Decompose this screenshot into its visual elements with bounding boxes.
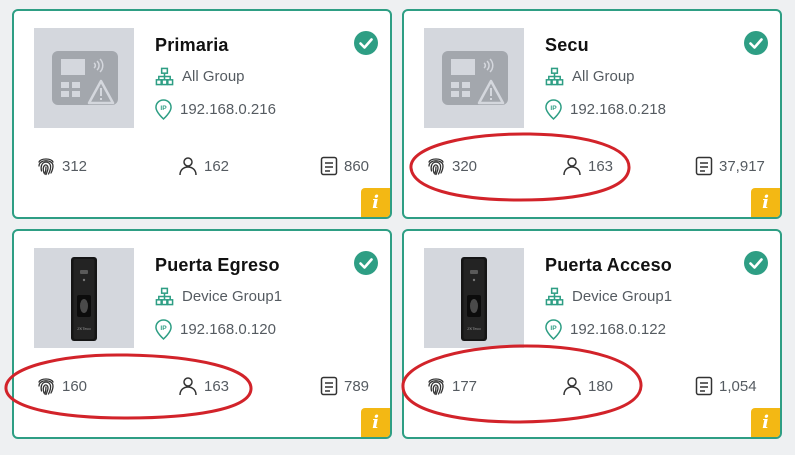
device-image	[34, 28, 134, 128]
svg-text:IP: IP	[550, 325, 557, 332]
user-icon	[563, 157, 581, 176]
user-count: 180	[562, 376, 613, 396]
device-group-label: All Group	[572, 68, 635, 85]
device-group-label: Device Group1	[182, 288, 283, 305]
svg-text:ZKTeco: ZKTeco	[77, 326, 91, 331]
svg-text:IP: IP	[550, 105, 557, 112]
fingerprint-count-value: 312	[62, 157, 88, 175]
fingerprint-count-value: 177	[452, 377, 478, 395]
record-count: 789	[320, 376, 369, 396]
group-icon	[155, 287, 174, 306]
device-card[interactable]: Secu All Group IP 192.168.0.218 320 163 …	[402, 9, 782, 219]
user-count: 163	[178, 376, 229, 396]
access-reader-photo: ZKTeco	[71, 257, 97, 341]
record-icon	[320, 376, 338, 396]
fingerprint-count: 312	[36, 156, 87, 176]
terminal-warning-icon	[52, 51, 118, 105]
record-count: 1,054	[695, 376, 757, 396]
device-image	[424, 28, 524, 128]
user-count: 163	[562, 156, 613, 176]
device-name[interactable]: Puerta Egreso	[155, 255, 280, 276]
device-ip-label: 192.168.0.120	[180, 321, 276, 338]
fingerprint-icon	[428, 378, 444, 396]
device-name[interactable]: Puerta Acceso	[545, 255, 672, 276]
user-count-value: 162	[204, 157, 230, 175]
ip-icon: IP	[155, 99, 172, 120]
svg-text:IP: IP	[160, 325, 167, 332]
user-count-value: 163	[204, 377, 230, 395]
info-button[interactable]: i	[751, 408, 780, 437]
device-ip: IP 192.168.0.216	[155, 99, 276, 120]
record-icon	[695, 376, 713, 396]
record-count-value: 1,054	[719, 377, 757, 395]
device-ip-label: 192.168.0.122	[570, 321, 666, 338]
record-count-value: 789	[344, 377, 370, 395]
ip-icon: IP	[155, 319, 172, 340]
fingerprint-icon	[38, 158, 54, 176]
record-count-value: 860	[344, 157, 370, 175]
svg-text:IP: IP	[160, 105, 167, 112]
device-group: Device Group1	[155, 287, 282, 306]
device-card[interactable]: ZKTeco Puerta Egreso Device Group1 IP 19…	[12, 229, 392, 439]
device-ip-label: 192.168.0.218	[570, 101, 666, 118]
ip-icon: IP	[545, 319, 562, 340]
record-icon	[320, 156, 338, 176]
check-icon	[354, 31, 378, 55]
group-icon	[545, 67, 564, 86]
user-icon	[179, 377, 197, 396]
record-count-value: 37,917	[719, 157, 765, 175]
svg-text:ZKTeco: ZKTeco	[467, 326, 481, 331]
user-count: 162	[178, 156, 229, 176]
record-icon	[695, 156, 713, 176]
user-icon	[179, 157, 197, 176]
device-group: All Group	[545, 67, 635, 86]
fingerprint-count: 160	[36, 376, 87, 396]
device-ip: IP 192.168.0.120	[155, 319, 276, 340]
group-icon	[155, 67, 174, 86]
device-group-label: All Group	[182, 68, 245, 85]
device-image: ZKTeco	[34, 248, 134, 348]
device-group-label: Device Group1	[572, 288, 673, 305]
info-button[interactable]: i	[361, 188, 390, 217]
check-icon	[744, 31, 768, 55]
record-count: 860	[320, 156, 369, 176]
fingerprint-icon	[38, 378, 54, 396]
info-button[interactable]: i	[361, 408, 390, 437]
user-count-value: 163	[588, 157, 614, 175]
record-count: 37,917	[695, 156, 765, 176]
device-ip-label: 192.168.0.216	[180, 101, 276, 118]
fingerprint-icon	[428, 158, 444, 176]
terminal-warning-icon	[442, 51, 508, 105]
user-icon	[563, 377, 581, 396]
device-group: All Group	[155, 67, 245, 86]
device-group: Device Group1	[545, 287, 672, 306]
info-button[interactable]: i	[751, 188, 780, 217]
check-icon	[744, 251, 768, 275]
fingerprint-count: 177	[426, 376, 477, 396]
fingerprint-count-value: 320	[452, 157, 478, 175]
device-ip: IP 192.168.0.122	[545, 319, 666, 340]
device-ip: IP 192.168.0.218	[545, 99, 666, 120]
device-name[interactable]: Secu	[545, 35, 589, 56]
device-card[interactable]: ZKTeco Puerta Acceso Device Group1 IP 19…	[402, 229, 782, 439]
check-icon	[354, 251, 378, 275]
ip-icon: IP	[545, 99, 562, 120]
access-reader-photo: ZKTeco	[461, 257, 487, 341]
fingerprint-count: 320	[426, 156, 477, 176]
user-count-value: 180	[588, 377, 614, 395]
device-card[interactable]: Primaria All Group IP 192.168.0.216 312 …	[12, 9, 392, 219]
group-icon	[545, 287, 564, 306]
device-name[interactable]: Primaria	[155, 35, 229, 56]
device-image: ZKTeco	[424, 248, 524, 348]
fingerprint-count-value: 160	[62, 377, 88, 395]
